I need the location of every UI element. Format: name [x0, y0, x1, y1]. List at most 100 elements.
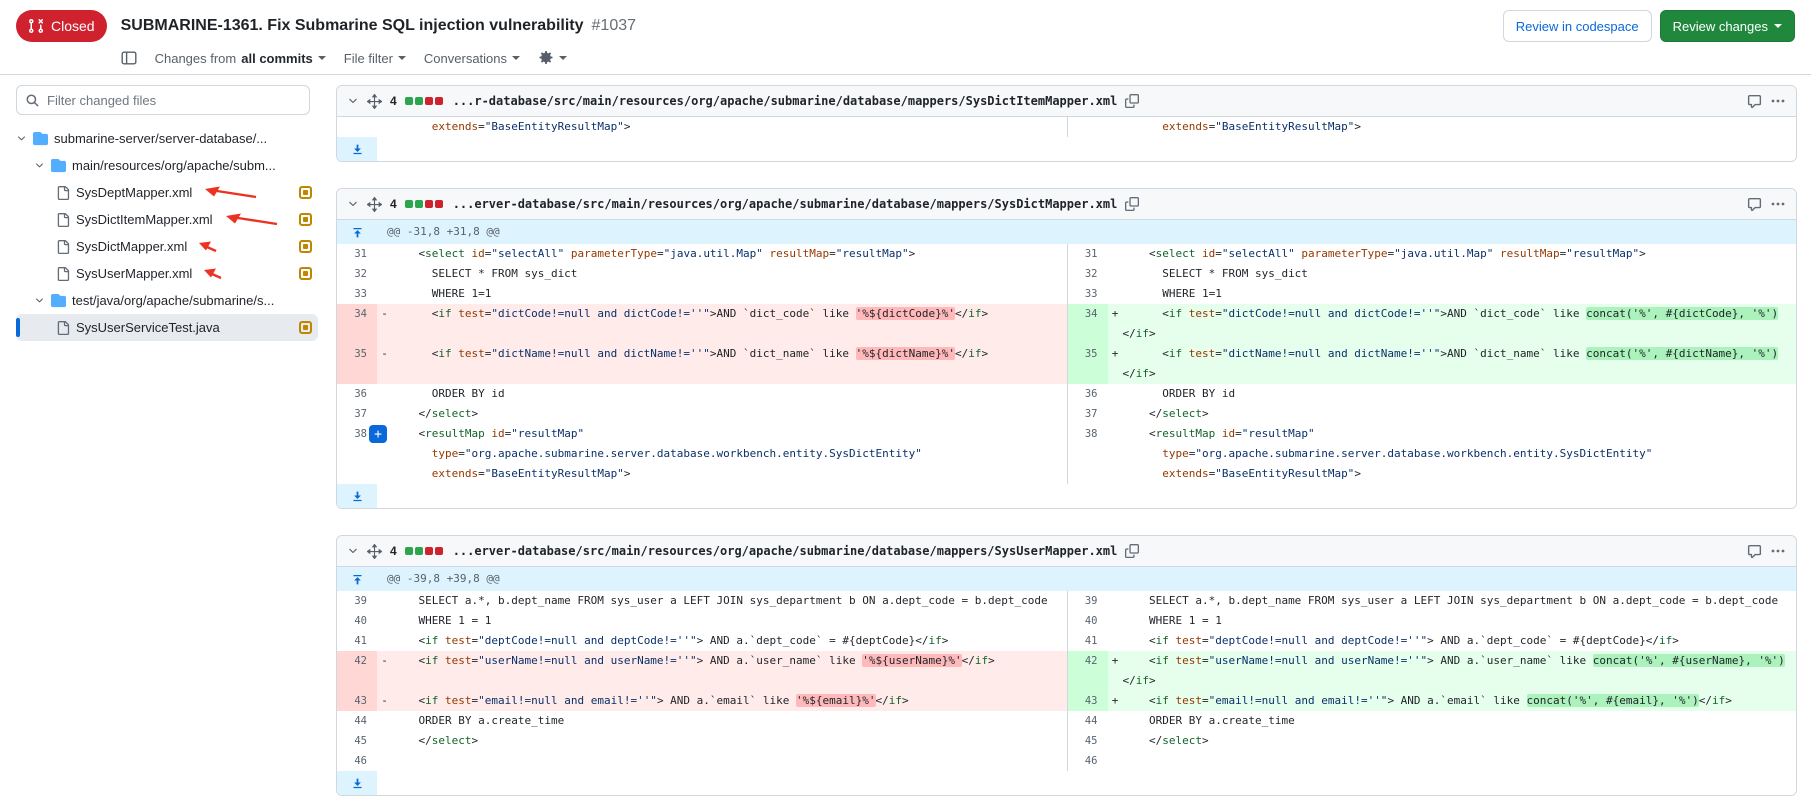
file-comment-button[interactable] — [1747, 544, 1762, 559]
collapse-file-button[interactable] — [347, 95, 359, 107]
diffstat-square — [435, 200, 443, 208]
line-number[interactable]: 37 — [337, 404, 377, 424]
diff-side: 39 SELECT a.*, b.dept_name FROM sys_user… — [337, 591, 1067, 611]
expand-diff-down-button[interactable] — [337, 771, 377, 795]
line-number[interactable]: 41 — [1068, 631, 1108, 651]
diff-settings-button[interactable] — [538, 50, 567, 66]
line-number[interactable]: 46 — [337, 751, 377, 771]
file-tree-toggle-button[interactable] — [121, 50, 137, 66]
expand-diff-down-button[interactable] — [337, 137, 377, 161]
drag-handle-icon[interactable] — [367, 544, 382, 559]
diff-side: 32 SELECT * FROM sys_dict — [337, 264, 1067, 284]
changes-from-dropdown[interactable]: Changes from all commits — [155, 51, 326, 66]
chevron-down-icon — [512, 56, 520, 60]
line-number[interactable]: 44 — [1068, 711, 1108, 731]
line-number[interactable]: 39 — [1068, 591, 1108, 611]
diff-marker: - — [377, 651, 392, 691]
tree-folder-item[interactable]: test/java/org/apache/submarine/s... — [16, 287, 318, 314]
line-number[interactable]: 42 — [1068, 651, 1108, 691]
chevron-down-icon[interactable] — [34, 295, 45, 306]
hunk-range-text: @@ -31,8 +31,8 @@ — [377, 220, 500, 244]
diff-side: 37 </select> — [1067, 404, 1797, 424]
review-in-codespace-button[interactable]: Review in codespace — [1503, 10, 1652, 42]
search-icon — [25, 93, 40, 111]
line-number[interactable]: 33 — [337, 284, 377, 304]
line-number[interactable]: 40 — [1068, 611, 1108, 631]
kebab-menu-icon[interactable] — [1770, 196, 1786, 212]
line-number[interactable]: 43 — [337, 691, 377, 711]
line-number[interactable]: 35 — [1068, 344, 1108, 384]
code-line: <if test="dictName!=null and dictName!='… — [1123, 344, 1797, 384]
line-number[interactable]: 32 — [1068, 264, 1108, 284]
folder-icon — [33, 131, 48, 146]
line-number[interactable]: 35 — [337, 344, 377, 384]
line-number[interactable]: 36 — [1068, 384, 1108, 404]
expand-diff-down-button[interactable] — [337, 484, 377, 508]
line-number[interactable]: 34 — [337, 304, 377, 344]
file-comment-button[interactable] — [1747, 197, 1762, 212]
line-number[interactable]: 43 — [1068, 691, 1108, 711]
line-number[interactable]: 36 — [337, 384, 377, 404]
diff-side: 34+ <if test="dictCode!=null and dictCod… — [1067, 304, 1797, 344]
line-number[interactable]: 44 — [337, 711, 377, 731]
line-number[interactable]: 33 — [1068, 284, 1108, 304]
kebab-menu-icon[interactable] — [1770, 543, 1786, 559]
collapse-file-button[interactable] — [347, 545, 359, 557]
line-number[interactable]: 41 — [337, 631, 377, 651]
tree-folder-item[interactable]: submarine-server/server-database/... — [16, 125, 318, 152]
file-path[interactable]: ...erver-database/src/main/resources/org… — [453, 197, 1118, 211]
collapse-file-button[interactable] — [347, 198, 359, 210]
hunk-header: @@ -31,8 +31,8 @@ — [337, 220, 1796, 244]
drag-handle-icon[interactable] — [367, 94, 382, 109]
code-line: SELECT * FROM sys_dict — [392, 264, 1067, 284]
diff-side: 32 SELECT * FROM sys_dict — [1067, 264, 1797, 284]
diff-side: 40 WHERE 1 = 1 — [337, 611, 1067, 631]
file-path[interactable]: ...r-database/src/main/resources/org/apa… — [453, 94, 1118, 108]
add-comment-button[interactable]: + — [369, 425, 387, 443]
annotation-arrow — [199, 241, 217, 253]
conversations-dropdown[interactable]: Conversations — [424, 51, 520, 66]
line-number[interactable]: 38 — [1068, 424, 1108, 484]
line-number[interactable]: 39 — [337, 591, 377, 611]
expand-diff-up-button[interactable] — [337, 567, 377, 591]
tree-file-item[interactable]: SysUserServiceTest.java — [16, 314, 318, 341]
pr-number: #1037 — [592, 17, 637, 35]
line-number[interactable]: 31 — [337, 244, 377, 264]
copy-path-button[interactable] — [1125, 197, 1139, 211]
tree-file-item[interactable]: SysDictMapper.xml — [16, 233, 318, 260]
tree-file-item[interactable]: SysDeptMapper.xml — [16, 179, 318, 206]
line-number[interactable]: 31 — [1068, 244, 1108, 264]
expand-diff-up-button[interactable] — [337, 220, 377, 244]
pr-closed-icon — [28, 18, 44, 34]
copy-path-button[interactable] — [1125, 94, 1139, 108]
diff-marker — [1108, 404, 1123, 424]
diff-row: 33 WHERE 1=133 WHERE 1=1 — [337, 284, 1796, 304]
tree-file-item[interactable]: SysDictItemMapper.xml — [16, 206, 318, 233]
line-number[interactable]: 40 — [337, 611, 377, 631]
chevron-down-icon[interactable] — [16, 133, 27, 144]
line-number[interactable] — [1068, 117, 1108, 137]
line-number[interactable]: 34 — [1068, 304, 1108, 344]
line-number[interactable]: 46 — [1068, 751, 1108, 771]
review-changes-button[interactable]: Review changes — [1660, 10, 1795, 42]
file-filter-dropdown[interactable]: File filter — [344, 51, 406, 66]
file-header: 4 ...r-database/src/main/resources/org/a… — [337, 86, 1796, 117]
line-number[interactable]: 32 — [337, 264, 377, 284]
file-path[interactable]: ...erver-database/src/main/resources/org… — [453, 544, 1118, 558]
line-number[interactable]: 45 — [337, 731, 377, 751]
copy-path-button[interactable] — [1125, 544, 1139, 558]
line-number[interactable]: 42 — [337, 651, 377, 691]
line-number[interactable]: 37 — [1068, 404, 1108, 424]
line-number[interactable] — [337, 117, 377, 137]
filter-changed-files-input[interactable] — [16, 85, 310, 115]
chevron-down-icon[interactable] — [34, 160, 45, 171]
file-comment-button[interactable] — [1747, 94, 1762, 109]
drag-handle-icon[interactable] — [367, 197, 382, 212]
file-icon — [56, 321, 70, 335]
diff-marker — [1108, 244, 1123, 264]
kebab-menu-icon[interactable] — [1770, 93, 1786, 109]
tree-folder-item[interactable]: main/resources/org/apache/subm... — [16, 152, 318, 179]
tree-file-item[interactable]: SysUserMapper.xml — [16, 260, 318, 287]
line-number[interactable]: 45 — [1068, 731, 1108, 751]
comment-icon — [1747, 197, 1762, 212]
